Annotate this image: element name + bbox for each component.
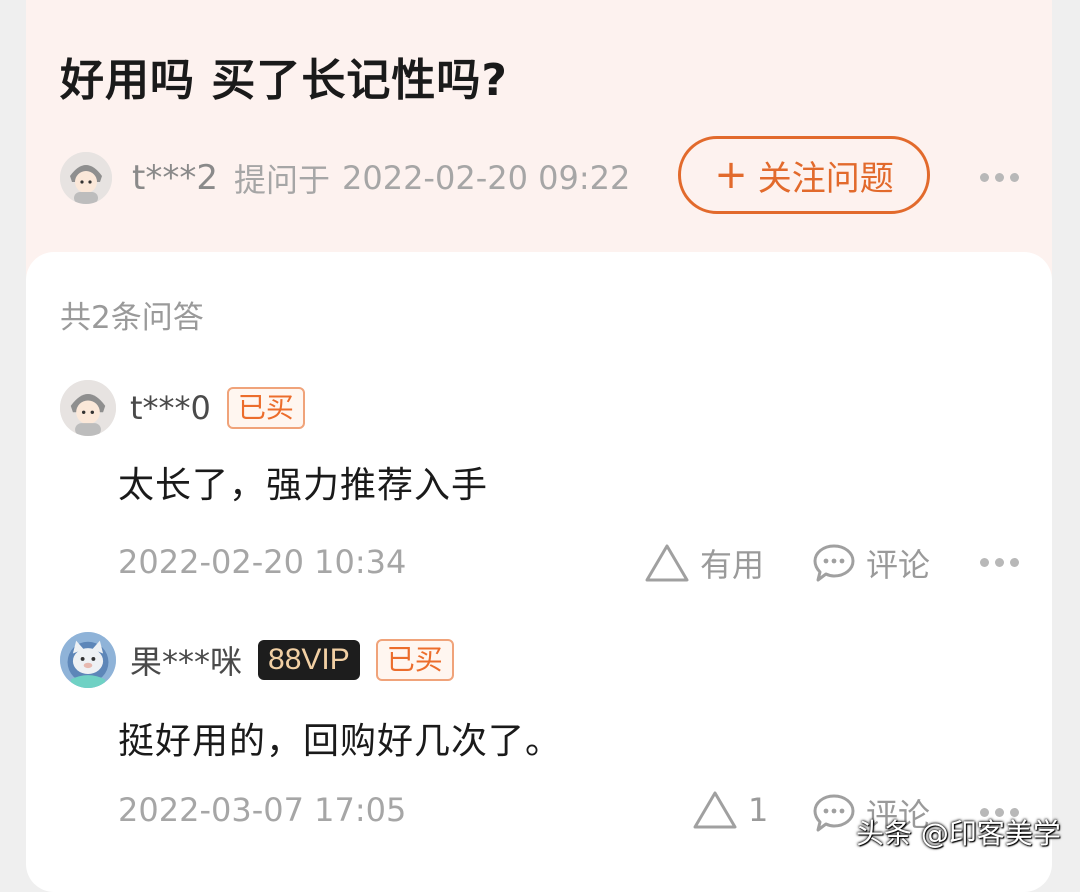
- answer-1-more-icon[interactable]: [980, 558, 1019, 567]
- answer-1-useful-button[interactable]: 有用: [644, 540, 764, 586]
- answer-2-avatar[interactable]: [60, 632, 116, 688]
- follow-question-button[interactable]: + 关注问题: [678, 136, 930, 214]
- answer-2-useful-button[interactable]: 1: [692, 790, 768, 830]
- answer-2-username[interactable]: 果***咪: [130, 637, 242, 683]
- answer-1-user: t***0 已买: [60, 380, 305, 436]
- bought-badge: 已买: [375, 639, 454, 681]
- answer-1-text: 太长了，强力推荐入手: [118, 465, 489, 506]
- answer-1-username[interactable]: t***0: [130, 389, 211, 427]
- comment-icon: [813, 544, 855, 582]
- question-meta: t***2 提问于 2022-02-20 09:22: [60, 150, 630, 206]
- answer-2-time: 2022-03-07 17:05: [118, 791, 407, 829]
- watermark: 头条 @印客美学: [856, 817, 1061, 850]
- question-title: 好用吗 买了长记性吗?: [60, 55, 508, 106]
- asker-name[interactable]: t***2: [132, 158, 218, 198]
- asked-time: 2022-02-20 09:22: [341, 159, 631, 197]
- asker-avatar[interactable]: [60, 152, 112, 204]
- useful-count: 1: [748, 791, 769, 829]
- answer-2-user: 果***咪 88VIP 已买: [60, 632, 454, 688]
- question-more-icon[interactable]: [980, 173, 1019, 182]
- triangle-up-icon: [645, 544, 689, 582]
- user-avatar-icon: [60, 152, 112, 204]
- plus-icon: +: [714, 152, 748, 198]
- triangle-up-icon: [693, 791, 737, 829]
- answers-count: 共2条问答: [60, 300, 204, 336]
- follow-question-label: 关注问题: [757, 158, 894, 199]
- user-avatar-icon: [60, 380, 116, 436]
- asked-label: 提问于: [233, 161, 330, 199]
- comment-icon: [813, 794, 855, 832]
- useful-label: 有用: [700, 546, 765, 584]
- answer-1-avatar[interactable]: [60, 380, 116, 436]
- answer-2-text: 挺好用的，回购好几次了。: [118, 721, 563, 762]
- cat-avatar-icon: [60, 632, 116, 688]
- comment-label: 评论: [866, 546, 931, 584]
- answer-1-time: 2022-02-20 10:34: [118, 543, 407, 581]
- answer-1-comment-button[interactable]: 评论: [812, 540, 930, 586]
- bought-badge: 已买: [226, 387, 305, 429]
- vip-badge: 88VIP: [258, 640, 360, 680]
